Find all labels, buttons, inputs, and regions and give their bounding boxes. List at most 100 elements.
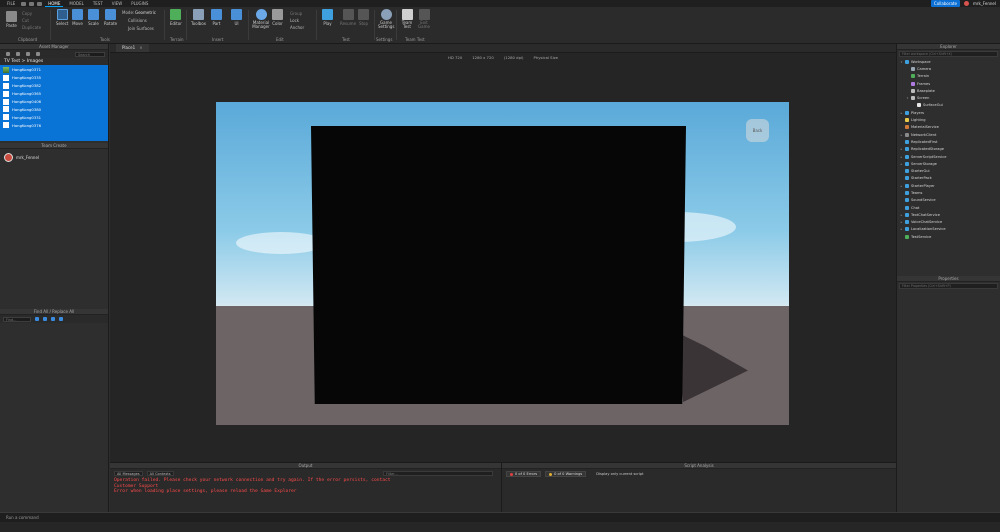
explorer-item-players[interactable]: ▸ Players bbox=[897, 109, 1000, 116]
expand-chevron-icon[interactable]: ▸ bbox=[900, 184, 903, 188]
undo-icon[interactable] bbox=[29, 1, 35, 6]
scale-tool-button[interactable]: Scale bbox=[88, 9, 99, 26]
menu-item-model[interactable]: MODEL bbox=[66, 1, 86, 6]
3d-scene[interactable]: Back bbox=[216, 102, 789, 425]
menu-item-plugins[interactable]: PLUGINS bbox=[128, 1, 151, 6]
team-test-button[interactable]: Team Test bbox=[400, 9, 414, 29]
expand-chevron-icon[interactable]: ▸ bbox=[900, 133, 903, 137]
list-item[interactable]: HongKong0376 bbox=[0, 121, 108, 129]
paste-button[interactable]: Paste bbox=[6, 11, 17, 28]
list-item[interactable]: HongKong0382 bbox=[0, 82, 108, 90]
redo-icon[interactable] bbox=[37, 1, 43, 6]
list-item[interactable]: HongKong0406 bbox=[0, 98, 108, 106]
select-tool-button[interactable]: Select bbox=[56, 9, 68, 26]
expand-chevron-icon[interactable]: ▸ bbox=[900, 147, 903, 151]
list-item[interactable]: HongKong0365 bbox=[0, 90, 108, 98]
part-button[interactable]: Part bbox=[211, 9, 222, 26]
join-surfaces-toggle[interactable]: Join Surfaces bbox=[128, 26, 154, 31]
explorer-item-baseplate[interactable]: Baseplate bbox=[897, 87, 1000, 94]
copy-button[interactable]: Copy bbox=[22, 11, 32, 16]
import-icon[interactable] bbox=[36, 52, 40, 56]
explorer-item-terrain[interactable]: Terrain bbox=[897, 73, 1000, 80]
explorer-item-soundservice[interactable]: SoundService bbox=[897, 197, 1000, 204]
explorer-item-voicechatservice[interactable]: ▸ VoiceChatService bbox=[897, 219, 1000, 226]
explorer-filter-input[interactable]: Filter workspace (Ctrl+Shift+X) bbox=[899, 51, 998, 57]
rotate-tool-button[interactable]: Rotate bbox=[104, 9, 117, 26]
explorer-item-replicatedstorage[interactable]: ▸ ReplicatedStorage bbox=[897, 146, 1000, 153]
material-manager-button[interactable]: Material Manager bbox=[252, 9, 270, 29]
messages-filter-dropdown[interactable]: All Messages bbox=[114, 471, 143, 476]
back-arrow-icon[interactable] bbox=[6, 52, 10, 56]
screen-part[interactable] bbox=[311, 126, 686, 404]
expand-chevron-icon[interactable]: ▸ bbox=[900, 213, 903, 217]
explorer-item-networkclient[interactable]: ▸ NetworkClient bbox=[897, 131, 1000, 138]
cut-button[interactable]: Cut bbox=[22, 18, 29, 23]
terrain-editor-button[interactable]: Editor bbox=[170, 9, 182, 26]
resume-button[interactable]: Resume bbox=[340, 9, 356, 26]
whole-word-icon[interactable] bbox=[43, 317, 47, 321]
find-input[interactable]: Find... bbox=[3, 316, 31, 322]
forward-arrow-icon[interactable] bbox=[16, 52, 20, 56]
explorer-item-serverstorage[interactable]: ▸ ServerStorage bbox=[897, 160, 1000, 167]
toolbox-button[interactable]: Toolbox bbox=[191, 9, 206, 26]
list-item[interactable]: HongKong0371 bbox=[0, 66, 108, 74]
exit-game-button[interactable]: Exit Game bbox=[418, 9, 430, 29]
explorer-item-frames[interactable]: Frames bbox=[897, 80, 1000, 87]
errors-toggle[interactable]: 0 of 0 Errors bbox=[506, 471, 542, 477]
play-button[interactable]: Play bbox=[322, 9, 333, 26]
list-item[interactable]: HongKong0331 bbox=[0, 113, 108, 121]
collaborate-button[interactable]: Collaborate bbox=[930, 0, 960, 7]
expand-chevron-icon[interactable]: ▾ bbox=[900, 60, 903, 64]
save-icon[interactable] bbox=[21, 1, 27, 6]
list-item[interactable]: HongKong0335 bbox=[0, 74, 108, 82]
explorer-item-textchatservice[interactable]: ▸ TextChatService bbox=[897, 211, 1000, 218]
contexts-filter-dropdown[interactable]: All Contexts bbox=[146, 471, 174, 476]
expand-chevron-icon[interactable]: ▸ bbox=[900, 227, 903, 231]
explorer-item-surfacegui[interactable]: SurfaceGui bbox=[897, 102, 1000, 109]
tab-place1[interactable]: Place1 × bbox=[116, 44, 149, 52]
explorer-item-replicatedfirst[interactable]: ReplicatedFirst bbox=[897, 138, 1000, 145]
team-create-user[interactable]: mrk_Fennel bbox=[4, 153, 104, 162]
expand-chevron-icon[interactable]: ▸ bbox=[900, 220, 903, 224]
orientation-dropdown[interactable]: Physical Size bbox=[534, 55, 558, 60]
user-name[interactable]: mrk_Fennel bbox=[973, 1, 996, 6]
mode-dropdown[interactable]: Geometric bbox=[135, 10, 156, 15]
explorer-item-lighting[interactable]: Lighting bbox=[897, 116, 1000, 123]
ui-button[interactable]: UI bbox=[231, 9, 242, 26]
explorer-item-chat[interactable]: Chat bbox=[897, 204, 1000, 211]
explorer-item-workspace[interactable]: ▾ Workspace bbox=[897, 58, 1000, 65]
collisions-toggle[interactable]: Collisions bbox=[128, 18, 147, 23]
anchor-button[interactable]: Anchor bbox=[290, 25, 304, 30]
properties-filter-input[interactable]: Filter Properties (Ctrl+Shift+P) bbox=[899, 283, 998, 289]
explorer-item-camera[interactable]: Camera bbox=[897, 65, 1000, 72]
explorer-item-materialservice[interactable]: MaterialService bbox=[897, 124, 1000, 131]
explorer-item-starterpack[interactable]: StarterPack bbox=[897, 175, 1000, 182]
color-button[interactable]: Color bbox=[272, 9, 283, 26]
list-item[interactable]: HongKong0380 bbox=[0, 105, 108, 113]
expand-chevron-icon[interactable]: ▸ bbox=[900, 111, 903, 115]
output-filter-input[interactable]: Filter... bbox=[383, 471, 493, 476]
match-case-icon[interactable] bbox=[35, 317, 39, 321]
explorer-item-screen[interactable]: ▾ Screen bbox=[897, 94, 1000, 101]
asset-breadcrumb[interactable]: TV Test > Images bbox=[0, 58, 108, 65]
regex-icon[interactable] bbox=[51, 317, 55, 321]
expand-chevron-icon[interactable]: ▾ bbox=[906, 96, 909, 100]
explorer-item-testservice[interactable]: TestService bbox=[897, 233, 1000, 240]
duplicate-button[interactable]: Duplicate bbox=[22, 25, 41, 30]
menu-item-file[interactable]: FILE bbox=[4, 1, 18, 6]
warnings-toggle[interactable]: 0 of 0 Warnings bbox=[545, 471, 587, 477]
game-settings-button[interactable]: Game Settings bbox=[378, 9, 394, 29]
grid-view-icon[interactable] bbox=[26, 52, 30, 56]
explorer-item-teams[interactable]: Teams bbox=[897, 189, 1000, 196]
expand-chevron-icon[interactable]: ▸ bbox=[900, 155, 903, 159]
expand-chevron-icon[interactable]: ▸ bbox=[900, 162, 903, 166]
menu-item-test[interactable]: TEST bbox=[90, 1, 106, 6]
back-button[interactable]: Back bbox=[746, 119, 769, 142]
explorer-item-starterplayer[interactable]: ▸ StarterPlayer bbox=[897, 182, 1000, 189]
user-avatar[interactable] bbox=[963, 1, 969, 6]
lock-button[interactable]: Lock bbox=[290, 18, 299, 23]
resolution-dropdown[interactable]: HD 720 bbox=[448, 55, 462, 60]
explorer-item-startergui[interactable]: StarterGui bbox=[897, 167, 1000, 174]
move-tool-button[interactable]: Move bbox=[72, 9, 83, 26]
close-icon[interactable]: × bbox=[139, 44, 142, 52]
